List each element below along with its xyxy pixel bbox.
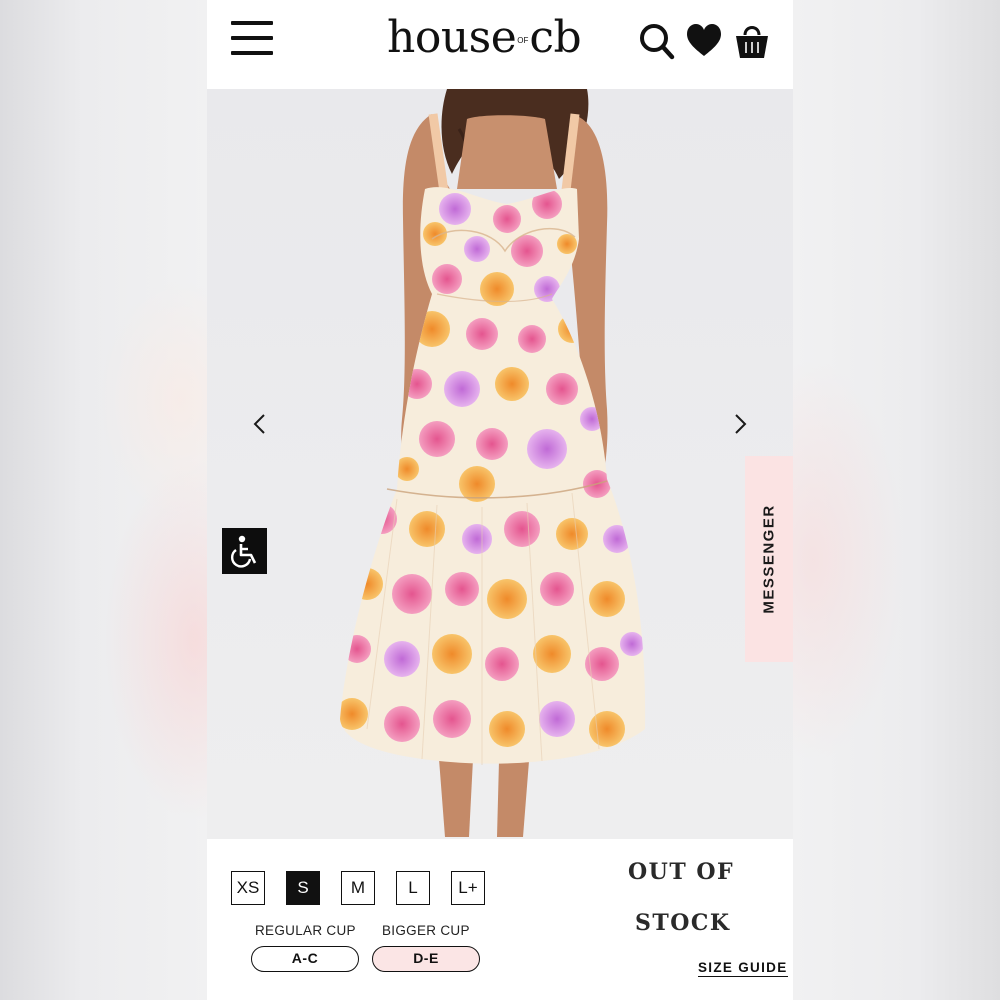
bigger-cup-button[interactable]: D-E: [372, 946, 480, 972]
size-option-s[interactable]: S: [286, 871, 320, 905]
logo-word-of: OF: [517, 35, 529, 45]
regular-cup-button[interactable]: A-C: [251, 946, 359, 972]
background-blur-left: [0, 0, 207, 1000]
mobile-page: houseOFcb MESSENGER XS S M L L+ REGULAR …: [207, 0, 793, 1000]
regular-cup-label: REGULAR CUP: [255, 923, 356, 938]
messenger-tab[interactable]: MESSENGER: [745, 456, 793, 662]
logo-word-cb: cb: [529, 12, 582, 63]
site-header: houseOFcb: [207, 0, 793, 89]
wheelchair-icon: [230, 535, 257, 568]
chevron-left-icon[interactable]: [245, 409, 275, 439]
shopping-bag-icon[interactable]: [734, 22, 770, 60]
messenger-label: MESSENGER: [760, 504, 778, 614]
bigger-cup-label: BIGGER CUP: [382, 923, 470, 938]
heart-icon[interactable]: [686, 22, 722, 60]
size-option-l-plus[interactable]: L+: [451, 871, 485, 905]
out-of-stock-line2: STOCK: [635, 910, 731, 936]
search-icon[interactable]: [639, 22, 675, 60]
accessibility-button[interactable]: [222, 528, 267, 574]
product-options-panel: XS S M L L+ REGULAR CUP BIGGER CUP A-C D…: [207, 839, 793, 1000]
brand-logo[interactable]: houseOFcb: [387, 8, 582, 68]
size-guide-link[interactable]: SIZE GUIDE: [698, 960, 788, 977]
logo-word-house: house: [387, 12, 517, 63]
size-option-xs[interactable]: XS: [231, 871, 265, 905]
size-option-l[interactable]: L: [396, 871, 430, 905]
dress-illustration: [340, 89, 646, 837]
size-option-m[interactable]: M: [341, 871, 375, 905]
menu-icon[interactable]: [231, 19, 273, 57]
product-image[interactable]: MESSENGER: [207, 89, 793, 839]
out-of-stock-line1: OUT OF: [628, 859, 735, 885]
background-blur-right: [793, 0, 1000, 1000]
chevron-right-icon[interactable]: [725, 409, 755, 439]
